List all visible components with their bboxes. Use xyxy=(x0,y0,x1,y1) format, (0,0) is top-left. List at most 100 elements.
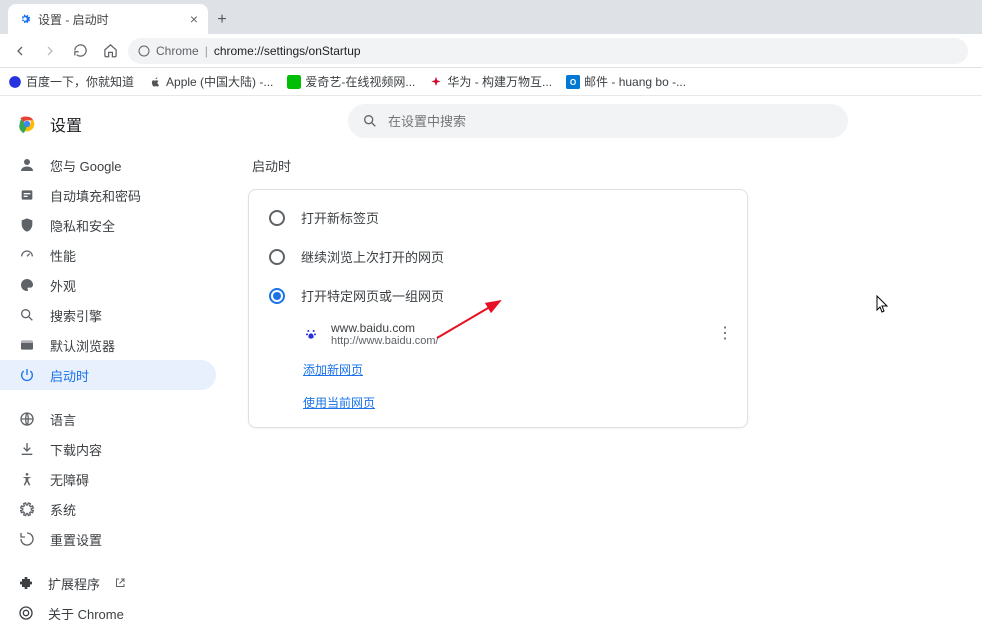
radio-icon xyxy=(269,249,285,265)
settings-search[interactable] xyxy=(348,104,848,138)
sidebar-item-label: 下载内容 xyxy=(50,440,102,459)
addr-divider: | xyxy=(205,44,208,58)
sidebar-item-you-and-google[interactable]: 您与 Google xyxy=(0,150,216,180)
settings-title: 设置 xyxy=(50,112,82,136)
back-button[interactable] xyxy=(8,39,32,63)
autofill-icon xyxy=(18,186,36,204)
use-current-link-row: 使用当前网页 xyxy=(249,386,747,419)
sidebar-item-label: 隐私和安全 xyxy=(50,216,115,235)
add-page-link[interactable]: 添加新网页 xyxy=(303,363,363,377)
forward-button[interactable] xyxy=(38,39,62,63)
globe-icon xyxy=(18,410,36,428)
tab-bar: 设置 - 启动时 × + xyxy=(0,0,982,34)
sidebar-item-label: 启动时 xyxy=(50,366,89,385)
huawei-icon xyxy=(429,75,443,89)
startup-page-row[interactable]: www.baidu.com http://www.baidu.com/ ⋮ xyxy=(249,315,747,353)
option-label: 打开特定网页或一组网页 xyxy=(301,286,444,305)
bookmark-item[interactable]: 华为 - 构建万物互... xyxy=(429,73,552,90)
sidebar-item-privacy[interactable]: 隐私和安全 xyxy=(0,210,216,240)
sidebar-item-search-engine[interactable]: 搜索引擎 xyxy=(0,300,216,330)
settings-sidebar: 设置 您与 Google 自动填充和密码 隐私和安全 性能 外观 搜索引擎 xyxy=(0,96,230,597)
accessibility-icon xyxy=(18,470,36,488)
sidebar-item-extensions[interactable]: 扩展程序 xyxy=(0,568,230,598)
shield-icon xyxy=(18,216,36,234)
use-current-link[interactable]: 使用当前网页 xyxy=(303,396,375,410)
section-title: 启动时 xyxy=(252,156,962,175)
radio-icon xyxy=(269,288,285,304)
sidebar-item-downloads[interactable]: 下载内容 xyxy=(0,434,216,464)
more-actions-button[interactable]: ⋮ xyxy=(717,323,733,343)
page-name: www.baidu.com xyxy=(331,321,727,335)
sidebar-item-autofill[interactable]: 自动填充和密码 xyxy=(0,180,216,210)
bookmark-item[interactable]: Apple (中国大陆) -... xyxy=(148,73,273,90)
add-page-link-row: 添加新网页 xyxy=(249,353,747,386)
page-url: http://www.baidu.com/ xyxy=(331,335,727,347)
settings-header: 设置 xyxy=(0,106,230,150)
startup-option-continue[interactable]: 继续浏览上次打开的网页 xyxy=(249,237,747,276)
browser-icon xyxy=(18,336,36,354)
bookmark-item[interactable]: O 邮件 - huang bo -... xyxy=(566,73,686,90)
new-tab-button[interactable]: + xyxy=(208,6,236,34)
sidebar-item-label: 重置设置 xyxy=(50,530,102,549)
addr-scheme: Chrome xyxy=(156,44,199,58)
mouse-cursor-icon xyxy=(876,295,890,315)
system-icon xyxy=(18,500,36,518)
tab-title: 设置 - 启动时 xyxy=(38,11,184,28)
sidebar-item-label: 自动填充和密码 xyxy=(50,186,141,205)
person-icon xyxy=(18,156,36,174)
sidebar-item-on-startup[interactable]: 启动时 xyxy=(0,360,216,390)
sidebar-item-reset[interactable]: 重置设置 xyxy=(0,524,216,554)
sidebar-item-performance[interactable]: 性能 xyxy=(0,240,216,270)
outlook-icon: O xyxy=(566,75,580,89)
option-label: 打开新标签页 xyxy=(301,208,379,227)
info-icon xyxy=(138,45,150,57)
chrome-about-icon xyxy=(18,605,34,621)
reset-icon xyxy=(18,530,36,548)
sidebar-item-system[interactable]: 系统 xyxy=(0,494,216,524)
startup-card: 打开新标签页 继续浏览上次打开的网页 打开特定网页或一组网页 www.baidu… xyxy=(248,189,748,428)
sidebar-item-about[interactable]: 关于 Chrome xyxy=(0,598,230,628)
power-icon xyxy=(18,366,36,384)
browser-tab[interactable]: 设置 - 启动时 × xyxy=(8,4,208,34)
startup-option-newtab[interactable]: 打开新标签页 xyxy=(249,198,747,237)
reload-button[interactable] xyxy=(68,39,92,63)
search-icon xyxy=(362,113,378,129)
sidebar-item-label: 关于 Chrome xyxy=(48,604,124,623)
sidebar-item-label: 系统 xyxy=(50,500,76,519)
baidu-favicon xyxy=(303,326,319,342)
sidebar-item-default-browser[interactable]: 默认浏览器 xyxy=(0,330,216,360)
sidebar-item-label: 默认浏览器 xyxy=(50,336,115,355)
speed-icon xyxy=(18,246,36,264)
sidebar-item-label: 语言 xyxy=(50,410,76,429)
sidebar-item-label: 无障碍 xyxy=(50,470,89,489)
chrome-icon xyxy=(16,113,38,135)
apple-icon xyxy=(148,75,162,89)
settings-page: 设置 您与 Google 自动填充和密码 隐私和安全 性能 外观 搜索引擎 xyxy=(0,96,982,597)
sidebar-item-appearance[interactable]: 外观 xyxy=(0,270,216,300)
sidebar-item-languages[interactable]: 语言 xyxy=(0,404,216,434)
browser-toolbar: Chrome | chrome://settings/onStartup xyxy=(0,34,982,68)
bookmark-item[interactable]: 爱奇艺-在线视频网... xyxy=(287,73,415,90)
sidebar-item-label: 外观 xyxy=(50,276,76,295)
sidebar-item-accessibility[interactable]: 无障碍 xyxy=(0,464,216,494)
settings-search-input[interactable] xyxy=(388,114,834,129)
sidebar-item-label: 性能 xyxy=(50,246,76,265)
home-button[interactable] xyxy=(98,39,122,63)
sidebar-item-label: 搜索引擎 xyxy=(50,306,102,325)
sidebar-item-label: 您与 Google xyxy=(50,156,122,175)
radio-icon xyxy=(269,210,285,226)
iqiyi-icon xyxy=(287,75,301,89)
settings-main: 启动时 打开新标签页 继续浏览上次打开的网页 打开特定网页或一组网页 www.b… xyxy=(230,96,982,597)
bookmark-item[interactable]: 百度一下，你就知道 xyxy=(8,73,134,90)
address-bar[interactable]: Chrome | chrome://settings/onStartup xyxy=(128,38,968,64)
startup-option-specific[interactable]: 打开特定网页或一组网页 xyxy=(249,276,747,315)
bookmarks-bar: 百度一下，你就知道 Apple (中国大陆) -... 爱奇艺-在线视频网...… xyxy=(0,68,982,96)
settings-icon xyxy=(18,12,32,26)
palette-icon xyxy=(18,276,36,294)
svg-text:O: O xyxy=(570,77,576,86)
addr-path: chrome://settings/onStartup xyxy=(214,44,361,58)
option-label: 继续浏览上次打开的网页 xyxy=(301,247,444,266)
baidu-icon xyxy=(8,75,22,89)
tab-close-icon[interactable]: × xyxy=(190,11,198,27)
search-icon xyxy=(18,306,36,324)
